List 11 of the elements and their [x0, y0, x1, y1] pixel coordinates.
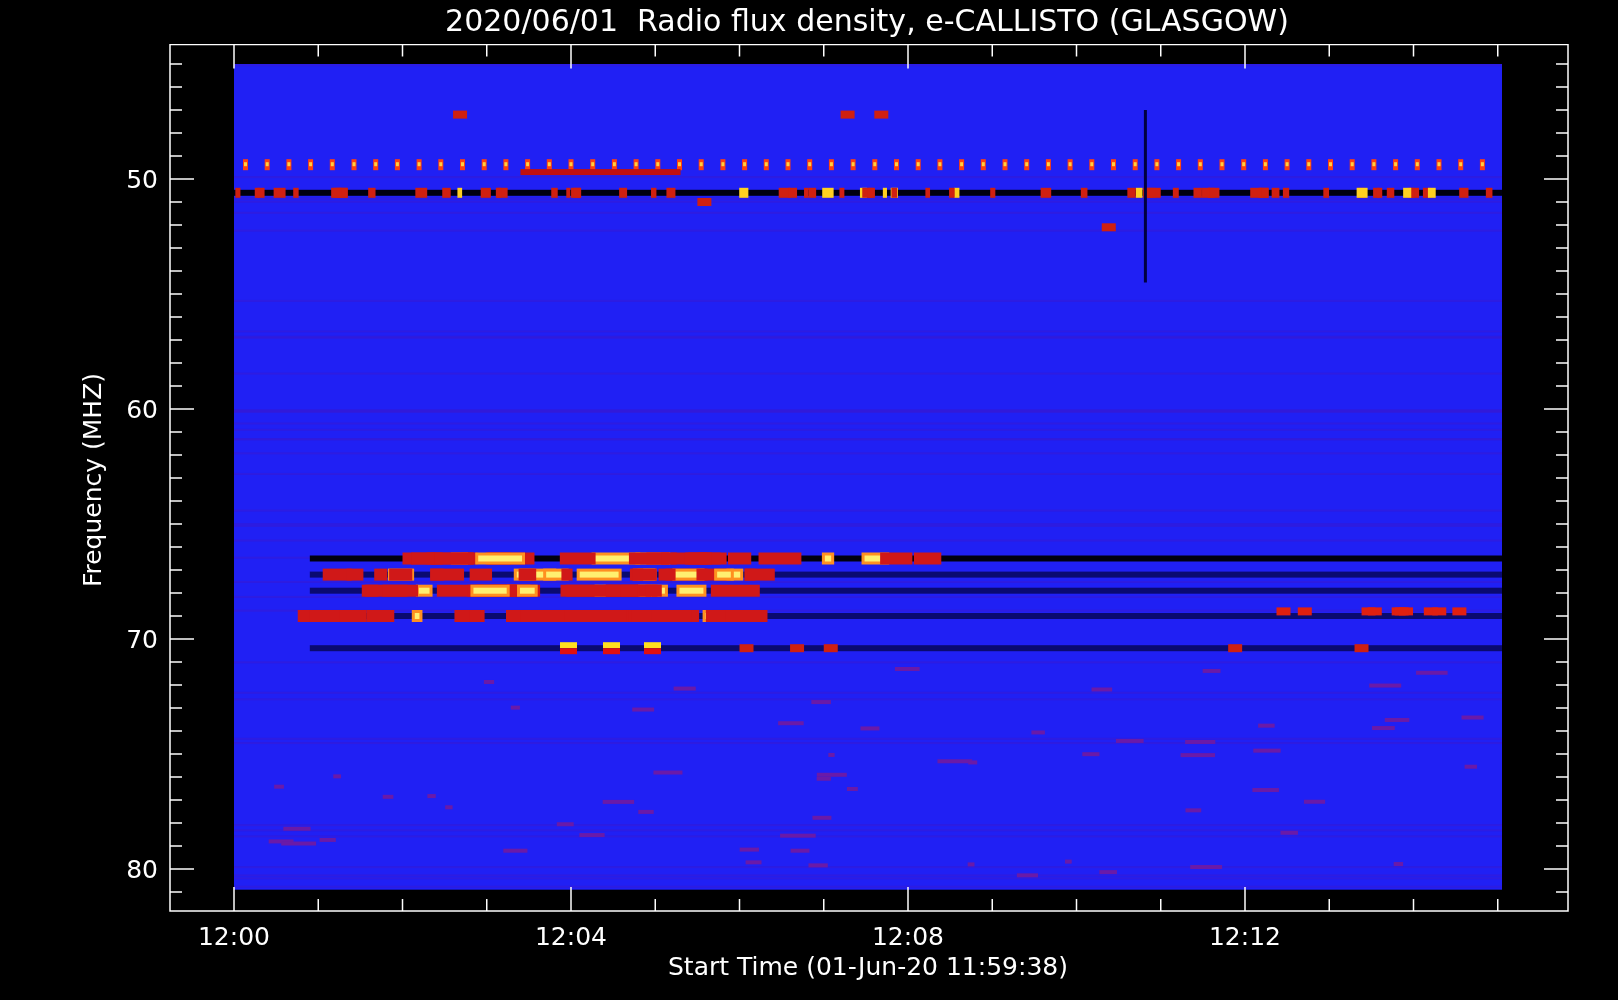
chart-title: 2020/06/01 Radio flux density, e-CALLISTO (GLASGOW)	[445, 2, 1289, 40]
tick-label: 12:04	[535, 922, 607, 951]
tick-label: 12:08	[872, 922, 944, 951]
tick-label: 50	[126, 165, 158, 194]
tick-label: 80	[126, 855, 158, 884]
axis-label: Frequency (MHZ)	[78, 372, 107, 588]
tick-label: 60	[126, 395, 158, 424]
axis-label: Start Time (01-Jun-20 11:59:38)	[668, 952, 1068, 981]
tick-label: 12:12	[1209, 922, 1281, 951]
tick-label: 12:00	[198, 922, 270, 951]
tick-label: 70	[126, 625, 158, 654]
